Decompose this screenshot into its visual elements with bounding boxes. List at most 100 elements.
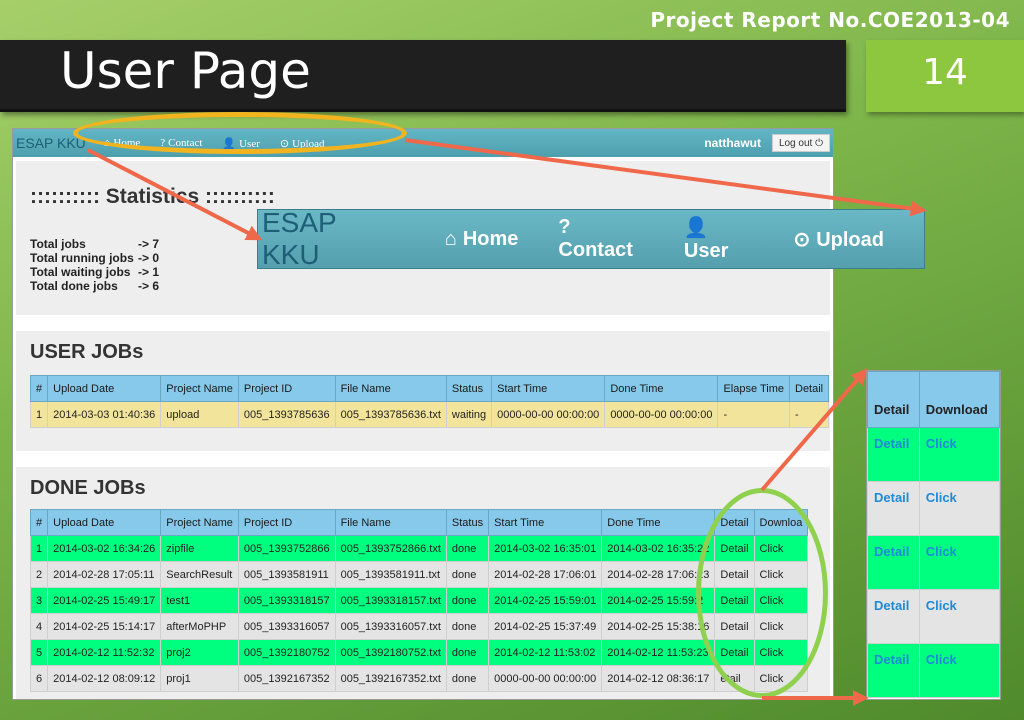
table-row: Detail Click [867, 427, 1001, 482]
table-cell: 2014-02-12 11:53:23 [601, 639, 716, 666]
zoomed-nav-contact: ?Contact [558, 216, 643, 262]
column-header: File Name [334, 375, 447, 402]
detail-link[interactable]: Detail [867, 535, 920, 590]
table-cell: 2014-02-25 15:49:17 [47, 587, 162, 614]
table-cell: 6 [29, 665, 49, 692]
stat-row: Total jobs -> 7 [30, 237, 159, 251]
logout-button[interactable]: Log out ⏻ [771, 134, 830, 152]
table-cell: 2014-03-02 16:35:22 [601, 535, 716, 562]
table-cell: 0000-00-00 00:00:00 [491, 401, 606, 428]
download-link[interactable]: Click [918, 427, 1001, 482]
table-cell: 005_1393785636 [237, 401, 336, 428]
stat-row: Total running jobs -> 0 [30, 251, 159, 265]
table-cell: 2014-02-25 15:37:49 [488, 613, 603, 640]
table-cell: 2014-02-25 15:59:01 [488, 587, 603, 614]
table-cell: upload [160, 401, 239, 428]
table-row: 3 2014-02-25 15:49:17 test1 005_1393318157 0… [29, 587, 809, 614]
user-jobs-title: USER JOBs [30, 341, 144, 363]
table-cell: waiting [445, 401, 493, 428]
table-row: 1 2014-03-02 16:34:26 zipfile 005_139375286… [29, 535, 809, 562]
detail-link[interactable]: Detail [867, 589, 920, 644]
table-row: 6 2014-02-12 08:09:12 proj1 005_1392167352 0… [29, 665, 809, 692]
table-cell: done [445, 665, 490, 692]
table-cell: SearchResult [160, 561, 239, 588]
table-header-row: Detail Download [867, 371, 1001, 428]
table-cell: - [717, 401, 790, 428]
nav-label: Contact [558, 239, 633, 261]
table-cell: done [445, 613, 490, 640]
stat-row: Total done jobs -> 6 [30, 279, 159, 293]
column-header: # [29, 375, 49, 402]
stat-value: -> 1 [138, 265, 160, 279]
table-cell: proj1 [160, 665, 239, 692]
table-cell: - [788, 401, 830, 428]
column-header: File Name [334, 509, 447, 536]
table-cell: 005_1392180752 [237, 639, 336, 666]
column-header: Start Time [491, 375, 606, 402]
download-link[interactable]: Click [918, 643, 1001, 698]
table-cell: 005_1393316057 [237, 613, 336, 640]
zoomed-table: Detail Download Detail Click Detail Click Deta… [867, 371, 1001, 698]
stat-label: Total jobs [30, 237, 86, 251]
column-header: Upload Date [47, 509, 162, 536]
table-cell: 2014-02-28 17:05:11 [47, 561, 162, 588]
username[interactable]: natthawut [704, 136, 761, 150]
table-cell: 4 [29, 613, 49, 640]
table-row: 1 2014-03-03 01:40:36 upload 005_1393785636… [29, 401, 830, 428]
table-cell: proj2 [160, 639, 239, 666]
column-header: Project Name [160, 375, 239, 402]
table-row: 5 2014-02-12 11:52:32 proj2 005_1392180752 0… [29, 639, 809, 666]
column-header: Done Time [601, 509, 716, 536]
stat-label: Total done jobs [30, 279, 118, 293]
column-header: Detail [867, 371, 920, 428]
user-jobs-panel: USER JOBs # Upload Date Project Name Projec… [16, 331, 830, 451]
download-link[interactable]: Click [918, 535, 1001, 590]
stat-row: Total waiting jobs -> 1 [30, 265, 159, 279]
page-number-box: 14 [866, 40, 1024, 112]
column-header: Project Name [160, 509, 239, 536]
table-cell: 2014-02-28 17:06:01 [488, 561, 603, 588]
table-cell: 005_1393785636.txt [334, 401, 447, 428]
table-cell: 5 [29, 639, 49, 666]
detail-link[interactable]: Detail [867, 643, 920, 698]
zoomed-nav-home: ⌂ Home [445, 228, 519, 251]
detail-link[interactable]: Detail [867, 481, 920, 536]
statistics-list: Total jobs -> 7 Total running jobs -> 0 To… [30, 237, 159, 293]
table-cell: done [445, 561, 490, 588]
table-row: 2 2014-02-28 17:05:11 SearchResult 005_1393… [29, 561, 809, 588]
download-link[interactable]: Click [918, 589, 1001, 644]
table-cell: 1 [29, 535, 49, 562]
question-circle-icon: ? [558, 216, 571, 238]
table-cell: 005_1393318157.txt [334, 587, 447, 614]
table-cell: 005_1393581911 [237, 561, 336, 588]
stat-label: Total waiting jobs [30, 265, 131, 279]
column-header: Status [445, 375, 493, 402]
column-header: Done Time [604, 375, 719, 402]
zoomed-nav-user: 👤User [684, 215, 754, 263]
column-header: Status [445, 509, 490, 536]
stat-label: Total running jobs [30, 251, 134, 265]
detail-link[interactable]: Detail [867, 427, 920, 482]
column-header: Download [918, 371, 1001, 428]
zoomed-detail-table: Detail Download Detail Click Detail Click Deta… [866, 370, 1001, 700]
table-cell: 2014-02-12 11:53:02 [488, 639, 603, 666]
table-cell: 005_1392167352 [237, 665, 336, 692]
brand-logo[interactable]: ESAP KKU [16, 135, 86, 151]
page-number: 14 [922, 52, 968, 93]
done-jobs-title: DONE JOBs [30, 477, 146, 499]
table-row: Detail Click [867, 535, 1001, 590]
download-link[interactable]: Click [918, 481, 1001, 536]
table-cell: 1 [29, 401, 49, 428]
table-cell: 005_1393581911.txt [334, 561, 447, 588]
table-cell: 005_1393752866 [237, 535, 336, 562]
user-icon: 👤 [683, 217, 709, 239]
stat-value: -> 6 [138, 279, 160, 293]
table-cell: done [445, 535, 490, 562]
page-title: User Page [60, 42, 311, 100]
nav-label: Home [462, 227, 519, 250]
done-jobs-table: # Upload Date Project Name Project ID File N… [29, 509, 809, 692]
table-cell: 0000-00-00 00:00:00 [604, 401, 719, 428]
nav-label: Upload [816, 228, 884, 251]
navbar-highlight-ellipse [73, 112, 407, 154]
nav-label: User [683, 240, 729, 262]
